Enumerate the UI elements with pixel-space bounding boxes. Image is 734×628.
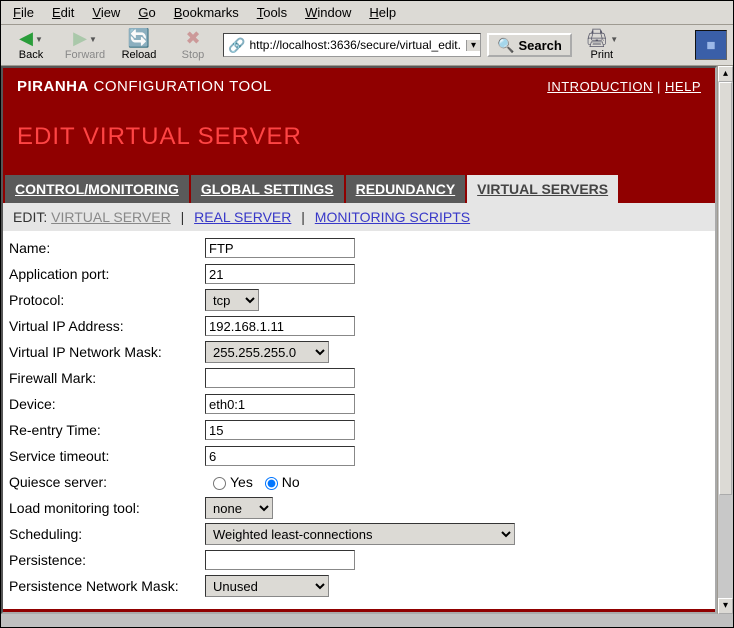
tab-control-monitoring[interactable]: CONTROL/MONITORING (5, 175, 189, 203)
print-icon: 🖨 (585, 29, 608, 49)
label-reentry: Re-entry Time: (9, 422, 205, 438)
link-introduction[interactable]: INTRODUCTION (547, 79, 653, 94)
label-name: Name: (9, 240, 205, 256)
piranha-header: PIRANHA CONFIGURATION TOOL INTRODUCTION … (3, 68, 715, 107)
label-scheduling: Scheduling: (9, 526, 205, 542)
scroll-track[interactable] (718, 82, 733, 598)
stop-button[interactable]: ✖ Stop (169, 29, 217, 61)
label-quiesce: Quiesce server: (9, 474, 205, 490)
menu-help[interactable]: Help (361, 3, 404, 22)
label-quiesce-no: No (282, 474, 300, 490)
form-area: Name: Application port: Protocol: tcp Vi… (3, 231, 715, 609)
label-vmask: Virtual IP Network Mask: (9, 344, 205, 360)
main-tabs: CONTROL/MONITORING GLOBAL SETTINGS REDUN… (3, 175, 715, 203)
scroll-thumb[interactable] (719, 82, 732, 495)
label-pmask: Persistence Network Mask: (9, 578, 205, 594)
stop-icon: ✖ (185, 29, 200, 49)
label-fwmark: Firewall Mark: (9, 370, 205, 386)
menu-file[interactable]: File (5, 3, 42, 22)
select-protocol[interactable]: tcp (205, 289, 259, 311)
label-protocol: Protocol: (9, 292, 205, 308)
subtab-monitoring-scripts[interactable]: MONITORING SCRIPTS (315, 209, 470, 225)
input-fwmark[interactable] (205, 368, 355, 388)
page-title: EDIT VIRTUAL SERVER (3, 107, 715, 175)
input-device[interactable] (205, 394, 355, 414)
back-label: Back (19, 49, 43, 61)
tab-global-settings[interactable]: GLOBAL SETTINGS (191, 175, 344, 203)
select-loadmon[interactable]: none (205, 497, 273, 519)
subtab-virtual-server[interactable]: VIRTUAL SERVER (51, 209, 171, 225)
throbber-icon: ⏹ (695, 30, 727, 60)
link-help[interactable]: HELP (665, 79, 701, 94)
label-device: Device: (9, 396, 205, 412)
select-vmask[interactable]: 255.255.255.0 (205, 341, 329, 363)
subtab-label: EDIT: (13, 209, 47, 225)
select-scheduling[interactable]: Weighted least-connections (205, 523, 515, 545)
input-name[interactable] (205, 238, 355, 258)
reload-label: Reload (122, 49, 157, 61)
tab-virtual-servers[interactable]: VIRTUAL SERVERS (467, 175, 618, 203)
vertical-scrollbar[interactable]: ▴ ▾ (717, 66, 733, 614)
label-vip: Virtual IP Address: (9, 318, 205, 334)
search-icon: 🔍 (497, 37, 514, 54)
menu-go[interactable]: Go (130, 3, 163, 22)
scroll-up-arrow[interactable]: ▴ (718, 66, 733, 82)
menubar: File Edit View Go Bookmarks Tools Window… (1, 1, 733, 25)
forward-button[interactable]: ▶▼ Forward (61, 29, 109, 61)
label-loadmon: Load monitoring tool: (9, 500, 205, 516)
label-quiesce-yes: Yes (230, 474, 253, 490)
input-reentry[interactable] (205, 420, 355, 440)
label-persistence: Persistence: (9, 552, 205, 568)
label-app-port: Application port: (9, 266, 205, 282)
url-dropdown[interactable]: ▾ (466, 40, 480, 51)
url-text: http://localhost:3636/secure/virtual_edi… (249, 38, 466, 52)
menu-edit[interactable]: Edit (44, 3, 82, 22)
radio-quiesce-no[interactable] (265, 477, 278, 490)
stop-label: Stop (182, 49, 205, 61)
menu-bookmarks[interactable]: Bookmarks (166, 3, 247, 22)
input-app-port[interactable] (205, 264, 355, 284)
input-persistence[interactable] (205, 550, 355, 570)
back-icon: ◀ (19, 29, 33, 49)
toolbar: ◀▼ Back ▶▼ Forward 🔄 Reload ✖ Stop 🔗 htt… (1, 25, 733, 66)
scroll-down-arrow[interactable]: ▾ (718, 598, 733, 614)
menu-window[interactable]: Window (297, 3, 359, 22)
input-vip[interactable] (205, 316, 355, 336)
header-links: INTRODUCTION | HELP (547, 79, 701, 94)
sub-tabs: EDIT: VIRTUAL SERVER | REAL SERVER | MON… (3, 203, 715, 231)
search-label: Search (518, 38, 561, 53)
reload-button[interactable]: 🔄 Reload (115, 29, 163, 61)
globe-icon: 🔗 (224, 37, 249, 54)
reload-icon: 🔄 (128, 29, 150, 49)
piranha-page: PIRANHA CONFIGURATION TOOL INTRODUCTION … (3, 68, 715, 612)
print-button[interactable]: 🖨▼ Print (578, 29, 626, 61)
url-bar[interactable]: 🔗 http://localhost:3636/secure/virtual_e… (223, 33, 481, 57)
forward-icon: ▶ (73, 29, 87, 49)
print-label: Print (591, 49, 614, 61)
brand-text: PIRANHA (17, 78, 89, 95)
tab-redundancy[interactable]: REDUNDANCY (346, 175, 466, 203)
input-timeout[interactable] (205, 446, 355, 466)
label-timeout: Service timeout: (9, 448, 205, 464)
back-button[interactable]: ◀▼ Back (7, 29, 55, 61)
forward-label: Forward (65, 49, 105, 61)
brand-subtitle: CONFIGURATION TOOL (89, 78, 272, 95)
select-pmask[interactable]: Unused (205, 575, 329, 597)
radio-quiesce-yes[interactable] (213, 477, 226, 490)
search-button[interactable]: 🔍 Search (487, 33, 572, 57)
menu-view[interactable]: View (84, 3, 128, 22)
content-area: PIRANHA CONFIGURATION TOOL INTRODUCTION … (1, 66, 733, 614)
menu-tools[interactable]: Tools (249, 3, 295, 22)
subtab-real-server[interactable]: REAL SERVER (194, 209, 291, 225)
browser-viewport: PIRANHA CONFIGURATION TOOL INTRODUCTION … (1, 66, 717, 614)
